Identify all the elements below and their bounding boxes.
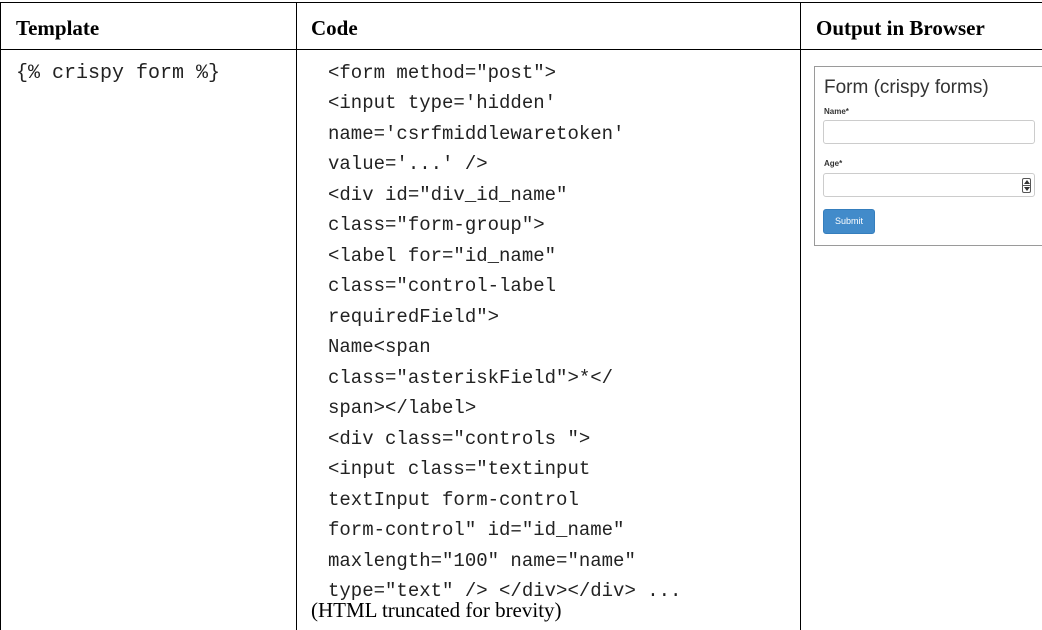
header-output: Output in Browser	[816, 16, 985, 40]
preview-submit-button[interactable]: Submit	[823, 209, 875, 234]
code-line: maxlength="100" name="name"	[328, 550, 636, 572]
browser-preview: Form (crispy forms) Name* Age* Submit	[814, 66, 1042, 246]
spin-divider	[1023, 185, 1030, 186]
code-line: form-control" id="id_name"	[328, 519, 625, 541]
preview-name-input[interactable]	[823, 120, 1035, 144]
code-line: Name<span	[328, 336, 431, 358]
preview-age-input[interactable]	[823, 173, 1035, 197]
number-spinner-icon[interactable]	[1022, 178, 1031, 193]
code-line: span></label>	[328, 397, 477, 419]
table-left-border	[0, 2, 1, 630]
code-line: <label for="id_name"	[328, 245, 557, 267]
code-line: <div class="controls ">	[328, 428, 591, 450]
code-line: name='csrfmiddlewaretoken'	[328, 123, 625, 145]
preview-age-label: Age*	[824, 159, 843, 168]
spin-up-icon[interactable]	[1024, 180, 1030, 184]
header-bottom-border	[0, 49, 1042, 50]
code-line: class="form-group">	[328, 214, 545, 236]
code-line: <form method="post">	[328, 62, 557, 84]
code-line: requiredField">	[328, 306, 500, 328]
code-line: textInput form-control	[328, 489, 579, 511]
preview-name-label: Name*	[824, 107, 849, 116]
code-line: <input type='hidden'	[328, 92, 557, 114]
code-note: (HTML truncated for brevity)	[311, 598, 562, 622]
header-code: Code	[311, 16, 358, 40]
column-divider-1	[296, 2, 297, 630]
spin-down-icon[interactable]	[1024, 187, 1030, 191]
code-line: value='...' />	[328, 153, 488, 175]
header-template: Template	[16, 16, 100, 40]
code-line: class="asteriskField">*</	[328, 367, 614, 389]
code-line: <div id="div_id_name"	[328, 184, 568, 206]
code-line: class="control-label	[328, 275, 557, 297]
column-divider-2	[800, 2, 801, 630]
preview-form-title: Form (crispy forms)	[824, 77, 989, 98]
template-tag: {% crispy form %}	[16, 62, 221, 85]
comparison-table: Template Code Output in Browser {% crisp…	[0, 0, 1042, 630]
code-line: <input class="textinput	[328, 458, 591, 480]
table-top-border	[0, 2, 1042, 3]
